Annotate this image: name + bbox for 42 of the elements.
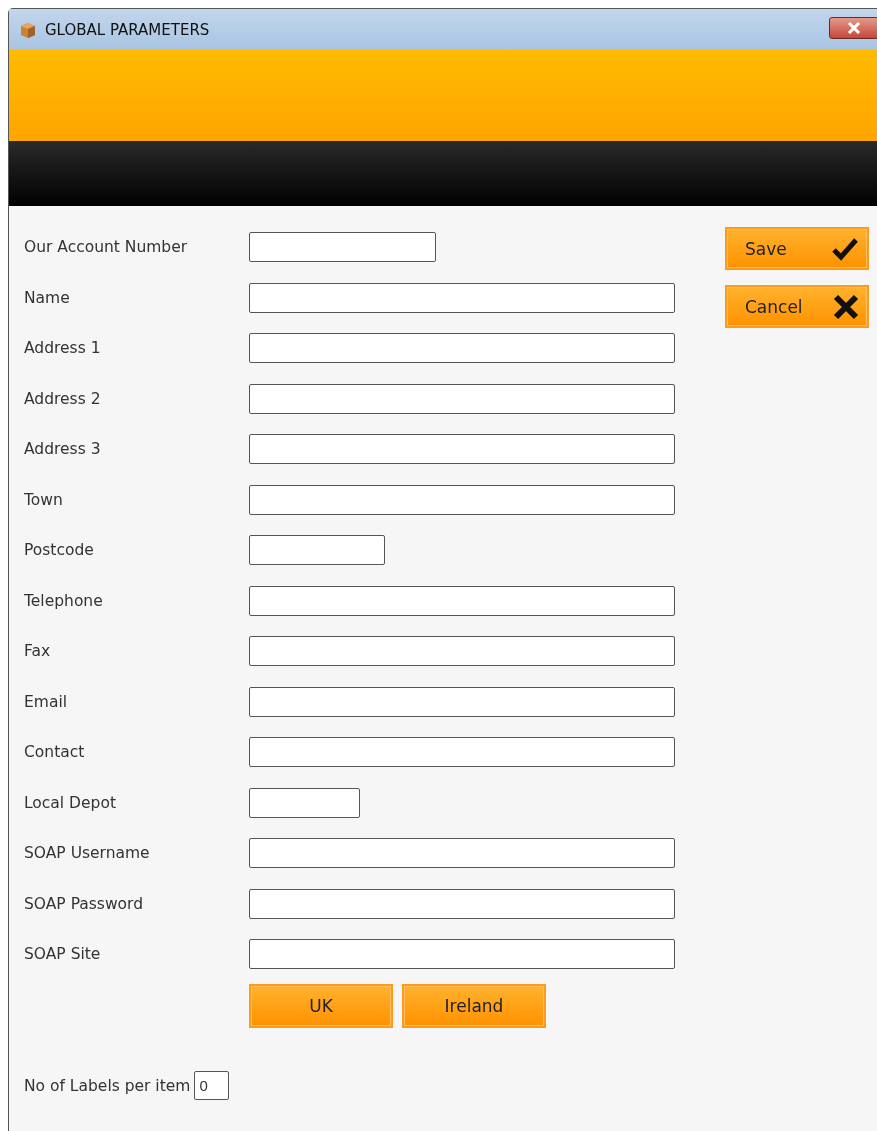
input-field[interactable] <box>249 434 675 465</box>
field-label: Telephone <box>24 591 104 610</box>
field-label: Postcode <box>24 541 95 560</box>
field-label: Email <box>24 692 68 711</box>
input-field[interactable] <box>249 686 675 717</box>
close-icon <box>833 293 859 320</box>
input-field[interactable] <box>249 585 675 616</box>
field-label: Fax <box>24 642 52 661</box>
input-field[interactable] <box>249 787 360 818</box>
input-field[interactable] <box>249 333 675 364</box>
region-button[interactable]: Ireland <box>402 983 546 1028</box>
input-field[interactable] <box>249 636 675 667</box>
input-field[interactable] <box>249 939 675 970</box>
field-label: Address 2 <box>24 389 102 408</box>
close-icon <box>847 22 861 34</box>
box-icon <box>19 20 37 39</box>
input-field[interactable] <box>249 282 675 313</box>
window-title: GLOBAL PARAMETERS <box>45 20 210 39</box>
checkmark-icon <box>831 236 859 261</box>
input-field[interactable] <box>249 232 436 263</box>
input-field[interactable]: 0 <box>194 1071 230 1101</box>
field-label: Town <box>24 490 64 509</box>
save-button[interactable]: Save <box>725 227 869 270</box>
field-label: SOAP Site <box>24 945 102 964</box>
field-label: Address 1 <box>24 339 102 358</box>
input-field[interactable] <box>249 737 675 768</box>
field-label: No of Labels per item <box>24 1076 191 1095</box>
input-field[interactable] <box>249 383 675 414</box>
field-label: Name <box>24 288 71 307</box>
field-label: Address 3 <box>24 440 102 459</box>
input-field[interactable] <box>249 484 675 515</box>
close-button[interactable] <box>829 17 877 39</box>
field-label: Contact <box>24 743 86 762</box>
field-label: Local Depot <box>24 793 117 812</box>
input-field[interactable] <box>249 888 675 919</box>
field-label: SOAP Password <box>24 894 145 913</box>
field-label: SOAP Username <box>24 844 151 863</box>
cancel-button[interactable]: Cancel <box>725 285 869 328</box>
input-field[interactable] <box>249 535 385 566</box>
region-button[interactable]: UK <box>249 983 393 1028</box>
field-label: Our Account Number <box>24 238 189 257</box>
input-field[interactable] <box>249 838 675 869</box>
